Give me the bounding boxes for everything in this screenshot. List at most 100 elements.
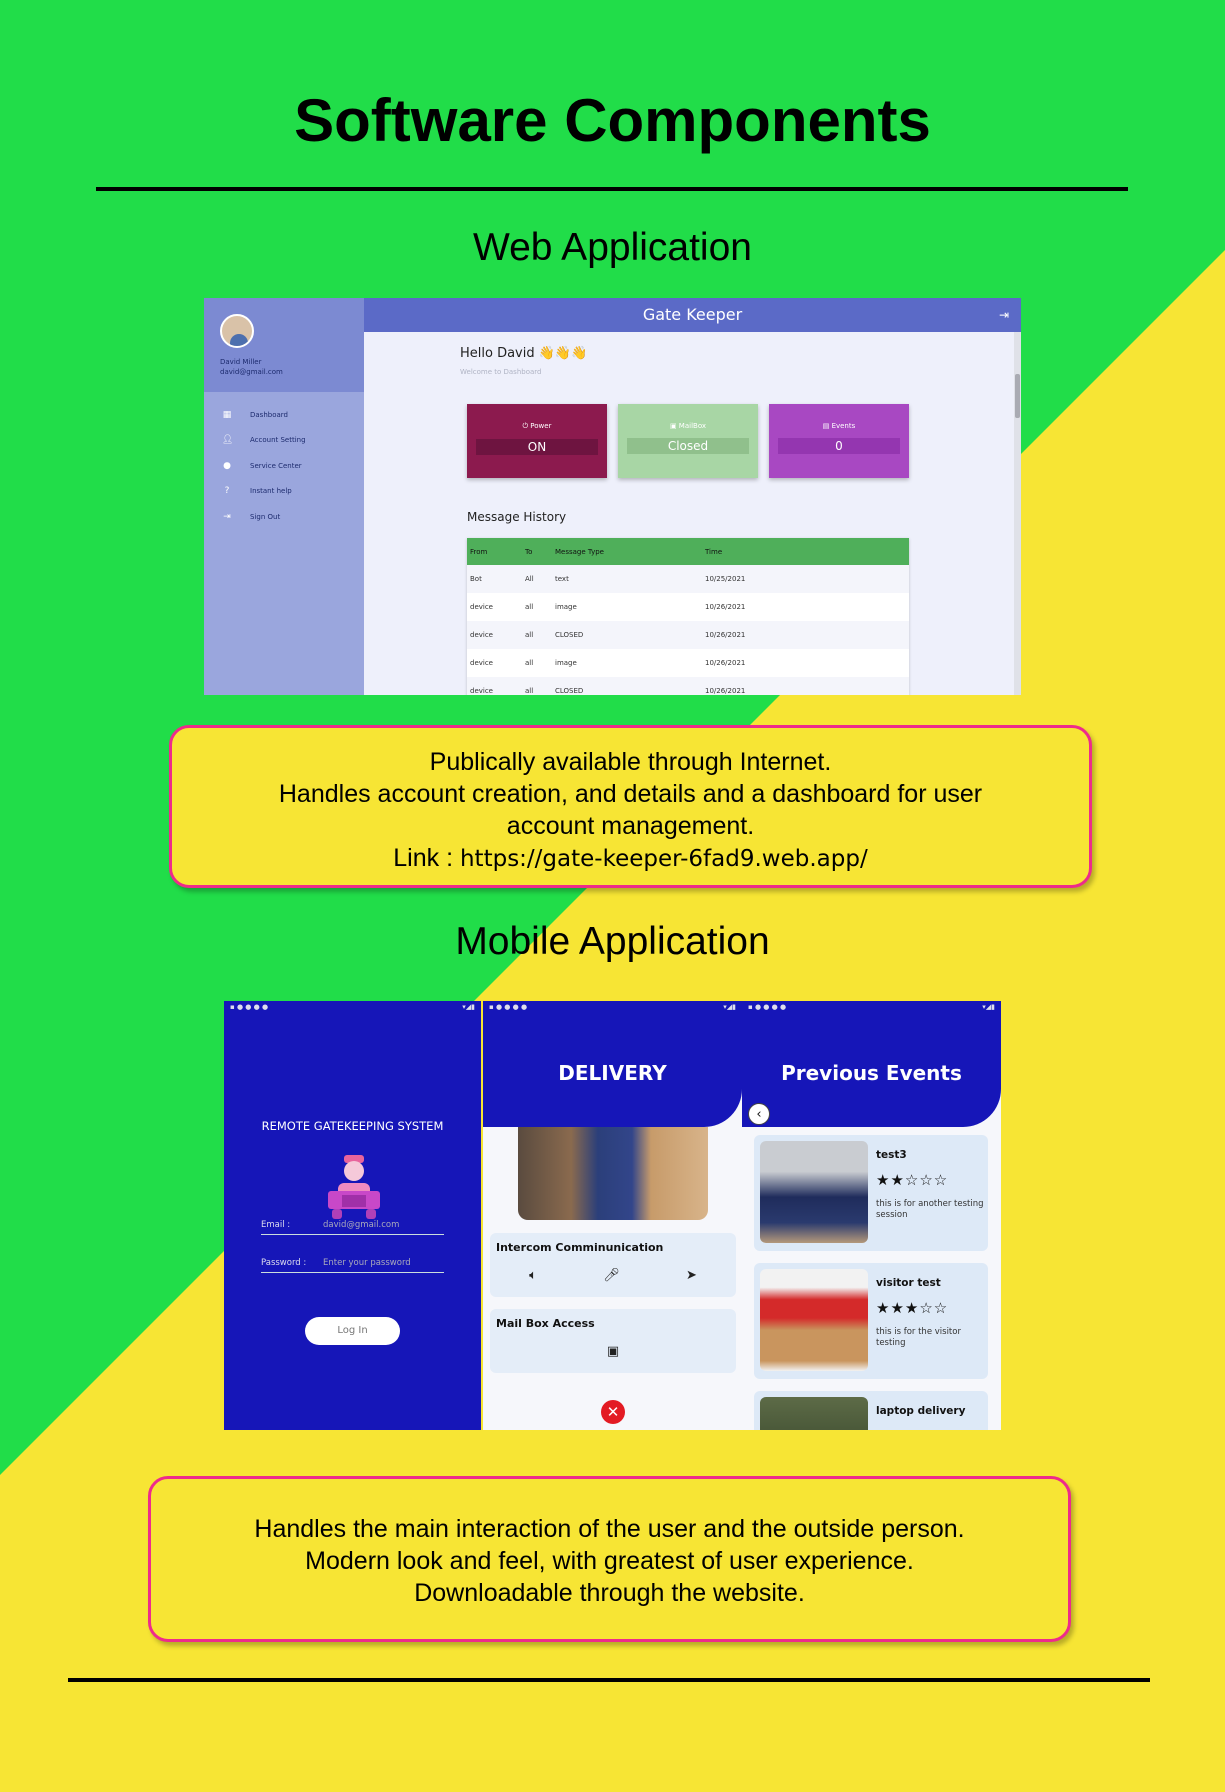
status-bar: ▪ ● ● ● ● ▾◢▮ xyxy=(742,1001,1001,1015)
event-name: laptop delivery xyxy=(876,1405,966,1417)
card-label: MailBox xyxy=(678,422,707,430)
intercom-title: Intercom Comminunication xyxy=(496,1241,664,1254)
footer-divider xyxy=(68,1678,1150,1682)
sidebar-item-service-center[interactable]: ● Service Center xyxy=(204,453,364,479)
callout-line: Handles the main interaction of the user… xyxy=(254,1515,965,1543)
logout-icon[interactable]: ⇥ xyxy=(999,298,1009,332)
list-item[interactable]: visitor test ★★★☆☆ this is for the visit… xyxy=(754,1263,988,1379)
column-header: From xyxy=(470,547,488,556)
message-history-title: Message History xyxy=(467,510,567,524)
password-placeholder: Enter your password xyxy=(323,1258,411,1268)
microphone-icon[interactable]: 🎤︎ xyxy=(603,1268,620,1283)
delivery-person-icon xyxy=(328,1155,380,1219)
login-screen: ▪ ● ● ● ● ▾◢▮ REMOTE GATEKEEPING SYSTEM E… xyxy=(224,1001,481,1430)
delivery-screen: ▪ ● ● ● ● ▾◢▮ DELIVERY Intercom Comminuni… xyxy=(483,1001,742,1430)
table-cell: device xyxy=(470,687,493,695)
intercom-card: Intercom Comminunication 🔈︎ 🎤︎ ➤ xyxy=(490,1233,736,1297)
callout-line: Publically available through Internet. xyxy=(429,748,832,776)
callout-line: Handles account creation, and details an… xyxy=(278,780,983,808)
event-photo xyxy=(760,1397,868,1430)
web-welcome-text: Welcome to Dashboard xyxy=(460,368,542,376)
web-app-title: Gate Keeper xyxy=(642,305,743,324)
close-icon[interactable]: ✕ xyxy=(601,1400,625,1424)
back-arrow-icon[interactable]: ‹ xyxy=(748,1103,770,1125)
table-cell: text xyxy=(555,575,569,583)
sidebar-item-sign-out[interactable]: ⇥ Sign Out xyxy=(204,504,364,530)
avatar xyxy=(220,314,254,348)
email-field[interactable]: Email : david@gmail.com xyxy=(261,1213,444,1235)
mailbox-icon: ▣ xyxy=(669,422,679,430)
mailbox-access-title: Mail Box Access xyxy=(496,1317,595,1330)
table-cell: CLOSED xyxy=(555,687,584,695)
person-icon: 👤︎ xyxy=(222,435,234,446)
table-cell: device xyxy=(470,631,493,639)
table-cell: All xyxy=(525,575,534,583)
table-cell: 10/26/2021 xyxy=(705,631,746,639)
login-button[interactable]: Log In xyxy=(305,1317,400,1345)
delivery-photo xyxy=(518,1127,708,1220)
callout-line: Modern look and feel, with greatest of u… xyxy=(305,1547,914,1575)
web-user-name: David Miller xyxy=(220,358,262,366)
web-scrollbar[interactable] xyxy=(1014,332,1021,695)
page-title: Software Components xyxy=(294,87,931,154)
table-row: device all image 10/26/2021 xyxy=(467,649,909,677)
events-header: Previous Events xyxy=(742,1015,1001,1127)
table-cell: device xyxy=(470,603,493,611)
table-cell: image xyxy=(555,603,577,611)
web-sidebar: David Miller david@gmail.com ▦ Dashboard… xyxy=(204,298,364,695)
password-label: Password : xyxy=(261,1258,307,1268)
mailbox-icon[interactable]: ▣ xyxy=(607,1344,619,1359)
scrollbar-thumb[interactable] xyxy=(1015,374,1020,418)
title-divider xyxy=(96,187,1128,191)
mobile-section-title: Mobile Application xyxy=(455,920,770,963)
web-section-title: Web Application xyxy=(473,226,752,269)
sidebar-item-label: Service Center xyxy=(250,461,302,470)
sidebar-item-label: Account Setting xyxy=(250,436,306,445)
help-icon: ? xyxy=(224,486,230,497)
email-value: david@gmail.com xyxy=(323,1220,400,1230)
event-photo xyxy=(760,1141,868,1243)
website-link[interactable]: https://gate-keeper-6fad9.web.app/ xyxy=(460,846,868,872)
send-icon[interactable]: ➤ xyxy=(686,1268,697,1283)
sidebar-item-account-setting[interactable]: 👤︎ Account Setting xyxy=(204,428,364,454)
table-cell: 10/26/2021 xyxy=(705,603,746,611)
list-item[interactable]: test3 ★★☆☆☆ this is for another testing … xyxy=(754,1135,988,1251)
sidebar-item-dashboard[interactable]: ▦ Dashboard xyxy=(204,402,364,428)
power-card[interactable]: ⏻ Power ON xyxy=(467,404,607,478)
web-user-email: david@gmail.com xyxy=(220,368,283,376)
event-name: test3 xyxy=(876,1149,907,1161)
web-greeting: Hello David 👋👋👋 xyxy=(460,346,588,361)
table-row: device all image 10/26/2021 xyxy=(467,593,909,621)
table-cell: image xyxy=(555,659,577,667)
sidebar-item-label: Sign Out xyxy=(250,512,281,521)
column-header: Message Type xyxy=(555,547,604,556)
web-profile: David Miller david@gmail.com xyxy=(204,298,364,392)
event-description: this is for another testing session xyxy=(876,1199,984,1220)
sidebar-item-instant-help[interactable]: ? Instant help xyxy=(204,479,364,505)
status-bar: ▪ ● ● ● ● ▾◢▮ xyxy=(230,1003,475,1011)
star-rating: ★★★★☆ xyxy=(876,1427,948,1430)
table-cell: 10/25/2021 xyxy=(705,575,746,583)
table-cell: Bot xyxy=(470,575,482,583)
mailbox-card[interactable]: ▣ MailBox Closed xyxy=(618,404,758,478)
mailbox-access-card: Mail Box Access ▣ xyxy=(490,1309,736,1373)
card-label: Events xyxy=(831,422,856,430)
message-history-table: From To Message Type Time Bot All text 10/2… xyxy=(467,538,909,695)
callout-line: Downloadable through the website. xyxy=(414,1579,805,1607)
table-header: From To Message Type Time xyxy=(467,538,909,565)
web-header: Gate Keeper ⇥ xyxy=(364,298,1021,332)
table-cell: CLOSED xyxy=(555,631,584,639)
link-label: Link : xyxy=(393,844,460,872)
event-description: this is for the visitor testing xyxy=(876,1327,961,1348)
table-row: device all CLOSED 10/26/2021 xyxy=(467,677,909,695)
table-body: Bot All text 10/25/2021 device all image 10/26/… xyxy=(467,565,909,695)
callout-link-line: Link : https://gate-keeper-6fad9.web.app… xyxy=(172,842,1089,875)
events-card[interactable]: ▤ Events 0 xyxy=(769,404,909,478)
speaker-icon[interactable]: 🔈︎ xyxy=(529,1268,537,1283)
email-label: Email : xyxy=(261,1220,291,1230)
calendar-icon: ▤ xyxy=(822,422,832,430)
list-item[interactable]: laptop delivery ★★★★☆ xyxy=(754,1391,988,1430)
password-field[interactable]: Password : Enter your password xyxy=(261,1251,444,1273)
location-pin-icon: ● xyxy=(223,460,231,471)
table-cell: all xyxy=(525,687,534,695)
